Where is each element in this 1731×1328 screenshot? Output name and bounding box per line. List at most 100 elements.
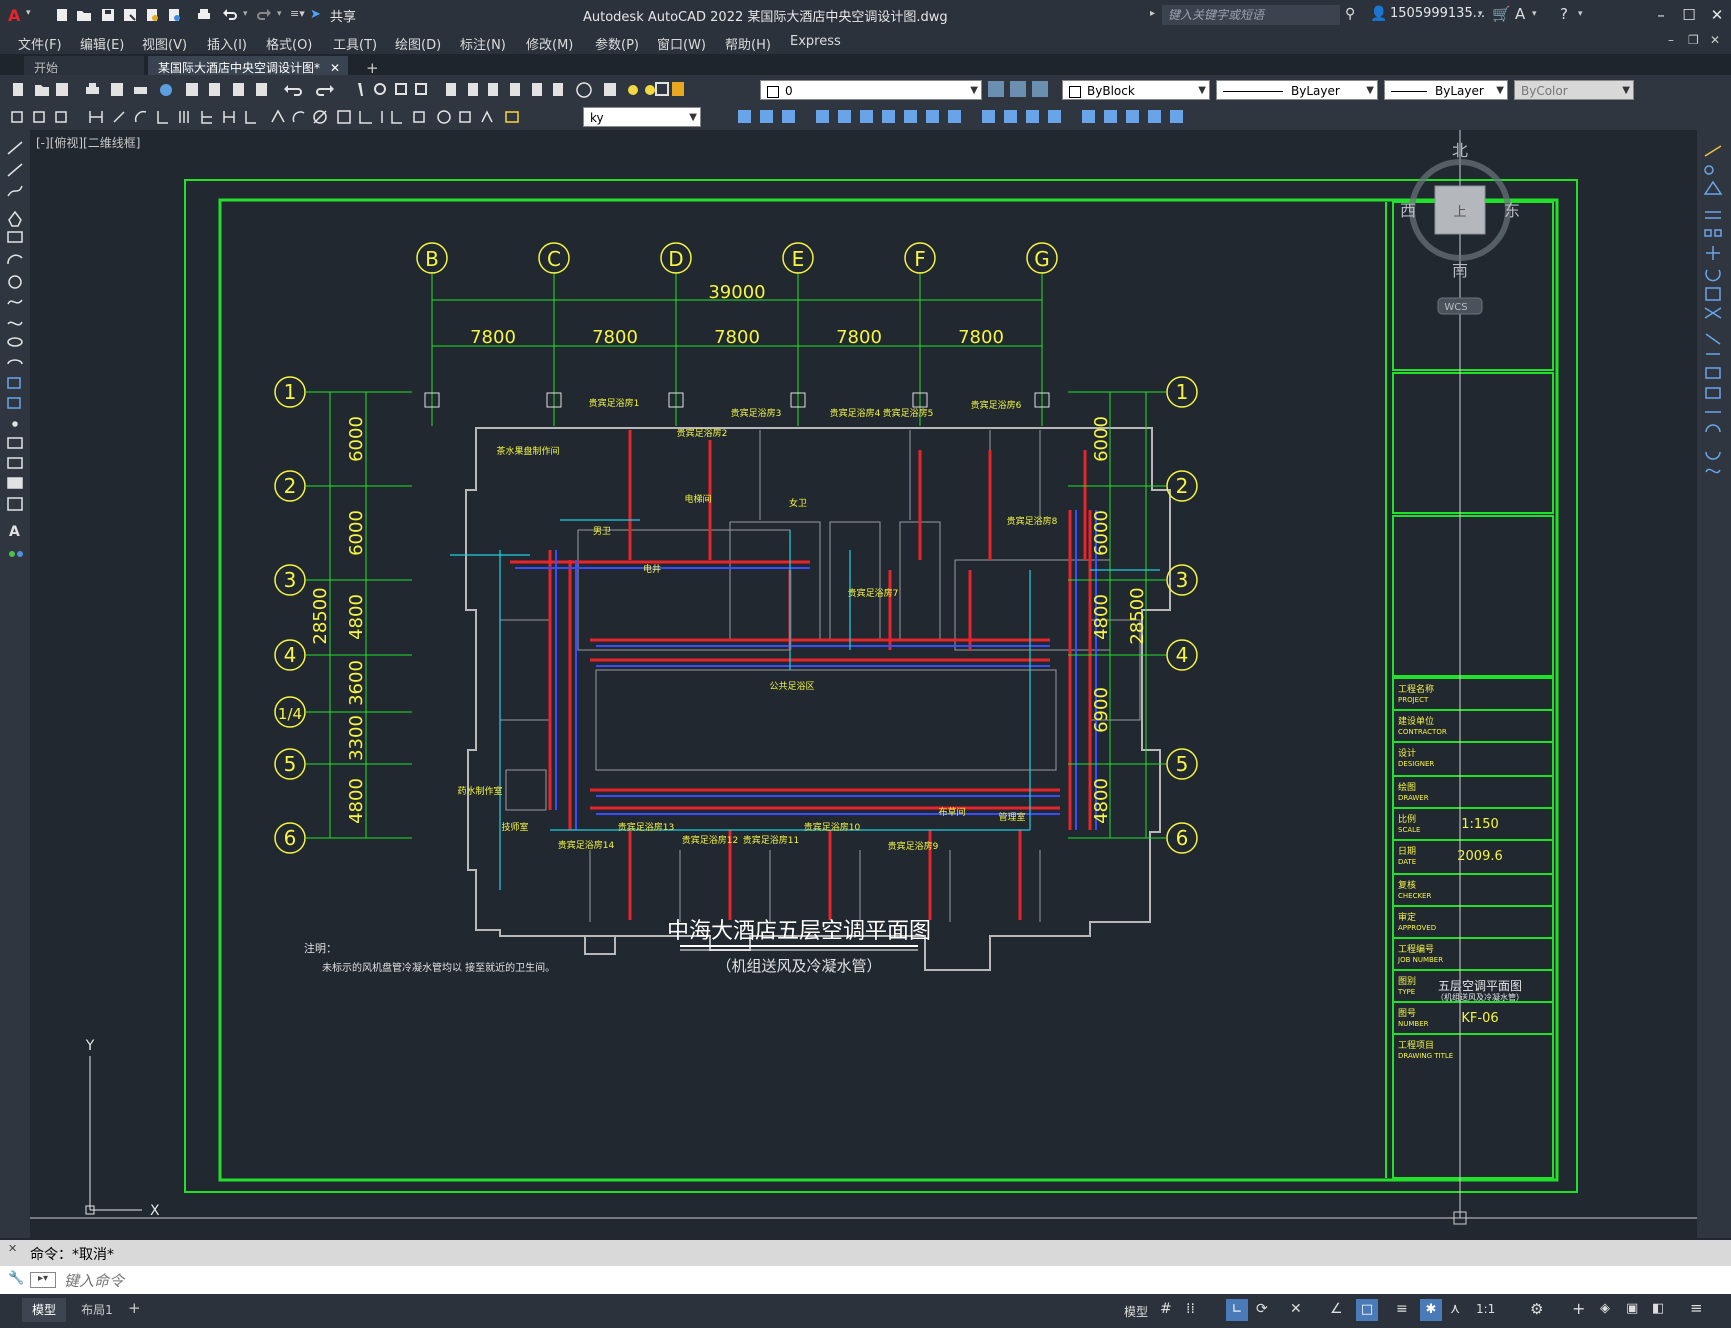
lineweight-icon[interactable]: ≡ (1396, 1301, 1408, 1317)
gear-icon[interactable]: ⚙ (1530, 1300, 1543, 1318)
autocad-logo-icon[interactable]: A (8, 6, 20, 25)
add-layout-icon[interactable]: + (128, 1299, 141, 1317)
annotation-monitor-icon[interactable]: ✱ (1420, 1299, 1442, 1321)
clean-screen-icon[interactable]: ◧ (1652, 1301, 1664, 1316)
share-icon[interactable]: ➤ (310, 7, 321, 22)
new-file-icon[interactable] (54, 7, 70, 23)
search-icon[interactable]: ⚲ (1345, 6, 1355, 22)
modify-side-icons[interactable] (1697, 142, 1731, 532)
wrench-icon[interactable]: 🔧 (8, 1271, 24, 1286)
menu-tools[interactable]: 工具(T) (333, 34, 377, 53)
standard-tools-icons[interactable] (8, 81, 668, 99)
user-name[interactable]: 1505999135... (1390, 6, 1485, 21)
layer-properties-icon[interactable] (988, 81, 1004, 97)
menu-edit[interactable]: 编辑(E) (80, 34, 124, 53)
menu-format[interactable]: 格式(O) (266, 34, 312, 53)
viewcube-south[interactable]: 南 (1452, 261, 1468, 280)
layer-previous-icon[interactable] (1010, 81, 1026, 97)
share-button[interactable]: 共享 (330, 6, 356, 25)
search-expand-icon[interactable]: ▸ (1150, 8, 1155, 19)
app-dropdown-icon[interactable]: ▾ (1532, 9, 1537, 19)
user-icon[interactable]: 👤 (1370, 6, 1387, 22)
model-space-button[interactable]: 模型 (1124, 1303, 1148, 1320)
command-input[interactable] (62, 1270, 1706, 1292)
autodesk-app-icon[interactable]: A (1515, 5, 1525, 23)
menu-help[interactable]: 帮助(H) (725, 34, 771, 53)
grid-icon[interactable]: # (1160, 1301, 1172, 1317)
linetype-dropdown[interactable]: ByLayer ▼ (1216, 80, 1378, 100)
redo-dropdown-icon[interactable]: ▾ (277, 9, 282, 19)
viewcube-east[interactable]: 东 (1504, 201, 1520, 220)
cart-icon[interactable]: 🛒 (1492, 5, 1511, 23)
viewcube-wcs[interactable]: WCS (1444, 302, 1467, 313)
lineweight-dropdown[interactable]: ByLayer ▼ (1384, 80, 1508, 100)
menu-draw[interactable]: 绘图(D) (395, 34, 441, 53)
close-icon[interactable]: ✕ (1703, 4, 1731, 26)
layer-match-icon[interactable] (1032, 81, 1048, 97)
plot-icon[interactable] (196, 7, 212, 23)
layer-dropdown[interactable]: 0 ▼ (760, 80, 982, 100)
help-icon[interactable]: ? (1560, 5, 1568, 23)
undo-dropdown-icon[interactable]: ▾ (243, 9, 248, 19)
dimstyle-dropdown[interactable]: ky ▼ (583, 107, 701, 127)
isodraft-icon[interactable]: ✕ (1290, 1301, 1302, 1317)
open-file-icon[interactable] (76, 7, 92, 23)
command-line[interactable]: 🔧 ▸▾ (0, 1266, 1731, 1294)
open-web-icon[interactable] (144, 7, 160, 23)
snap-icon[interactable]: ⁞⁞ (1186, 1301, 1195, 1317)
doc-restore-icon[interactable]: ❐ (1688, 33, 1699, 47)
user-dropdown-icon[interactable]: ▾ (1478, 9, 1483, 19)
save-icon[interactable] (100, 7, 116, 23)
redo-icon[interactable] (256, 7, 272, 23)
viewcube-west[interactable]: 西 (1400, 201, 1416, 220)
doc-minimize-icon[interactable]: – (1668, 33, 1674, 47)
menu-express[interactable]: Express (790, 34, 841, 49)
customize-quickaccess-icon[interactable]: ≡▾ (290, 7, 305, 20)
doc-close-icon[interactable]: ✕ (1710, 33, 1720, 47)
menu-window[interactable]: 窗口(W) (657, 34, 706, 53)
search-input[interactable]: 键入关键字或短语 (1162, 5, 1340, 25)
tab-model[interactable]: 模型 (22, 1298, 66, 1322)
scale-value[interactable]: 1:1 (1476, 1302, 1495, 1316)
dim-bay-width: 7800 (836, 327, 882, 348)
drawing-canvas[interactable]: [-][俯视][二维线框] 工程名称 PROJECT 建设单位 CONTRACTOR 设… (30, 130, 1697, 1238)
ortho-icon[interactable]: ∟ (1226, 1299, 1248, 1321)
menu-modify[interactable]: 修改(M) (526, 34, 573, 53)
room-labels: 贵宾足浴房1 贵宾足浴房2贵宾足浴房3 贵宾足浴房4 贵宾足浴房5 贵宾足浴房6 贵宾足浴… (457, 397, 1057, 852)
undo-icon[interactable] (222, 7, 238, 23)
osnap-icon[interactable]: □ (1356, 1299, 1378, 1321)
viewcube-north[interactable]: 北 (1452, 141, 1468, 160)
layer-lock-icon[interactable] (672, 82, 684, 96)
hardware-accel-icon[interactable]: ▣ (1626, 1301, 1638, 1316)
menu-view[interactable]: 视图(V) (142, 34, 187, 53)
maximize-icon[interactable]: ☐ (1675, 4, 1703, 26)
command-recent-icon[interactable]: ▸▾ (30, 1272, 56, 1288)
menu-parametric[interactable]: 参数(P) (595, 34, 639, 53)
save-as-icon[interactable] (122, 7, 138, 23)
annotation-scale-icon[interactable]: ⋏ (1450, 1301, 1460, 1317)
draw-tools-icons[interactable]: A (0, 136, 30, 596)
polar-icon[interactable]: ⟳ (1256, 1301, 1268, 1317)
tab-layout1[interactable]: 布局1 (68, 1298, 126, 1322)
menu-insert[interactable]: 插入(I) (207, 34, 247, 53)
plotstyle-dropdown[interactable]: ByColor ▼ (1514, 80, 1634, 100)
command-close-icon[interactable]: ✕ (8, 1242, 17, 1255)
minimize-icon[interactable]: – (1647, 4, 1675, 26)
color-dropdown[interactable]: ByBlock ▼ (1062, 80, 1210, 100)
viewcube-top[interactable]: 上 (1453, 205, 1466, 220)
modify-tools-icons[interactable] (708, 108, 1208, 126)
dimension-tools-icons[interactable] (8, 108, 583, 126)
grid-label-col: G (1034, 247, 1050, 271)
isolate-objects-icon[interactable]: ◈ (1600, 1301, 1610, 1316)
app-menu-chevron-icon[interactable]: ▾ (26, 8, 31, 18)
room-label: 电井 (643, 563, 661, 575)
menu-file[interactable]: 文件(F) (18, 34, 62, 53)
help-dropdown-icon[interactable]: ▾ (1578, 9, 1583, 19)
customize-status-icon[interactable]: ≡ (1690, 1299, 1703, 1317)
layer-freeze-icon[interactable] (655, 82, 669, 96)
plus-icon[interactable]: + (1572, 1299, 1585, 1318)
room-label: 贵宾足浴房12 (682, 834, 738, 846)
save-web-icon[interactable] (166, 7, 182, 23)
osnap-tracking-icon[interactable]: ∠ (1330, 1301, 1343, 1317)
menu-dimension[interactable]: 标注(N) (460, 34, 506, 53)
